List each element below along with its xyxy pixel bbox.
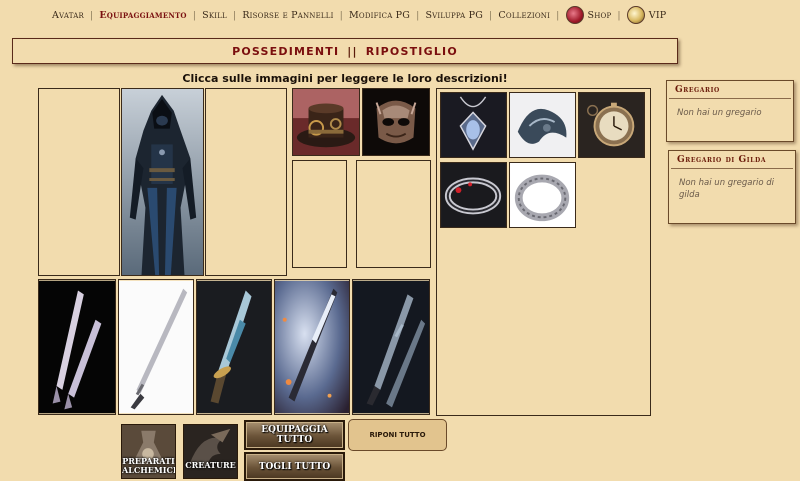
twin-daggers-image	[353, 280, 429, 414]
dual-blades-image	[39, 280, 115, 414]
glowing-spear-dagger-image	[275, 280, 349, 414]
nav-collezioni[interactable]: Collezioni	[498, 10, 550, 21]
togli-tutto-button[interactable]: TOGLI TUTTO	[244, 452, 345, 481]
creature-button[interactable]: CREATURE	[183, 424, 238, 479]
storage-item-1[interactable]	[440, 92, 507, 158]
weapon-slot-4[interactable]	[274, 279, 350, 415]
storage-item-2[interactable]	[509, 92, 576, 158]
storage-item-3[interactable]	[578, 92, 645, 158]
instruction-text: Clicca sulle immagini per leggere le lor…	[182, 72, 508, 85]
carved-mask-image	[363, 89, 429, 155]
nav-separator: |	[339, 9, 343, 21]
equipaggia-tutto-button[interactable]: EQUIPAGGIA TUTTO	[244, 420, 345, 450]
empty-slot-small-2[interactable]	[356, 160, 431, 268]
page-header-banner: POSSEDIMENTI || RIPOSTIGLIO	[12, 38, 678, 64]
creature-dragon-icon	[184, 425, 237, 478]
pocket-watch-image	[579, 93, 644, 157]
nav-separator: |	[416, 9, 420, 21]
nav-vip-label: VIP	[648, 9, 667, 21]
nav-risorse-pannelli[interactable]: Risorse e Pannelli	[242, 10, 333, 21]
creature-label: CREATURE	[185, 460, 236, 470]
nav-vip[interactable]: VIP	[626, 6, 667, 24]
nav-separator: |	[556, 9, 560, 21]
ruby-ring-image	[441, 163, 506, 227]
nav-sviluppa-pg[interactable]: Sviluppa PG	[425, 10, 483, 21]
preparati-alchemici-label: PREPARATI ALCHEMICI	[122, 456, 176, 475]
gregario-gilda-card: Gregario di Gilda Non hai un gregario di…	[668, 150, 796, 224]
weapon-slot-3[interactable]	[196, 279, 272, 415]
empty-slot-left[interactable]	[38, 88, 120, 276]
character-avatar-image[interactable]	[121, 88, 204, 276]
empty-slot-small-1[interactable]	[292, 160, 347, 268]
gregario-gilda-title: Gregario di Gilda	[671, 151, 793, 169]
vip-icon	[626, 6, 645, 24]
nav-skill[interactable]: Skill	[202, 10, 227, 21]
accessory-slot-2[interactable]	[362, 88, 430, 156]
preparati-alchemici-button[interactable]: PREPARATI ALCHEMICI	[121, 424, 176, 479]
nav-shop-label: Shop	[587, 9, 612, 21]
weapon-slot-1[interactable]	[38, 279, 116, 415]
gregario-card: Gregario Non hai un gregario	[666, 80, 794, 142]
riponi-tutto-button[interactable]: RIPONI TUTTO	[348, 419, 447, 451]
storage-item-4[interactable]	[440, 162, 507, 228]
gregario-gilda-text: Non hai un gregario di gilda	[679, 178, 775, 200]
nav-avatar[interactable]: Avatar	[52, 10, 84, 21]
nav-modifica-pg[interactable]: Modifica PG	[349, 10, 410, 21]
tab-ripostiglio[interactable]: RIPOSTIGLIO	[366, 45, 458, 58]
nav-separator: |	[232, 9, 237, 21]
silver-ring-image	[510, 163, 575, 227]
gregario-text: Non hai un gregario	[677, 108, 762, 118]
shop-icon	[565, 6, 584, 24]
storage-item-5[interactable]	[509, 162, 576, 228]
top-navigation: Avatar | Equipaggiamento | Skill | Risor…	[0, 0, 800, 30]
dragon-brooch-image	[510, 93, 575, 157]
nav-separator: |	[192, 9, 197, 21]
nav-shop[interactable]: Shop	[565, 6, 612, 24]
accessory-slot-1[interactable]	[292, 88, 360, 156]
weapon-slot-5[interactable]	[352, 279, 430, 415]
nav-separator: |	[617, 9, 621, 21]
pendant-necklace-image	[441, 93, 506, 157]
header-divider: ||	[347, 44, 358, 58]
ornate-dagger-image	[197, 280, 271, 414]
tab-possedimenti[interactable]: POSSEDIMENTI	[232, 45, 339, 58]
steampunk-hat-image	[293, 89, 359, 155]
weapon-slot-2[interactable]	[118, 279, 194, 415]
gregario-title: Gregario	[669, 81, 791, 99]
hooded-assassin-character-image	[122, 89, 203, 275]
nav-separator: |	[489, 9, 493, 21]
nav-equipaggiamento[interactable]: Equipaggiamento	[99, 10, 186, 21]
empty-slot-right[interactable]	[205, 88, 287, 276]
katana-sword-image	[119, 280, 193, 414]
nav-separator: |	[89, 9, 94, 21]
